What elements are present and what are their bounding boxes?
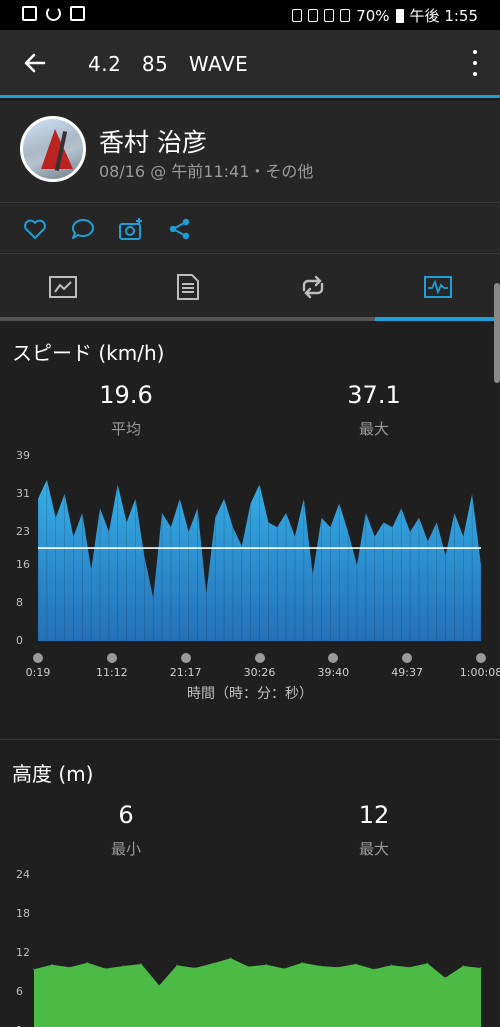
charts-content[interactable]: スピード (km/h) 19.6 平均 37.1 最大 39 31 23 16 8 0 0… [0,321,500,1027]
speed-x-label: 時間（時：分：秒） [187,686,313,702]
speed-x-tick-dot [180,653,191,663]
altitude-min-value: 6 [118,801,134,829]
overflow-menu-icon[interactable] [470,50,480,76]
speed-x-tick: 39:40 [317,666,350,679]
speed-x-tick: 0:19 [25,666,51,679]
battery-percent: 70% [356,6,390,25]
sync-icon [46,6,61,21]
stats-list-icon [177,274,199,300]
overview-icon [49,276,77,298]
tab-charts[interactable] [375,254,500,321]
altitude-point [426,962,429,965]
action-bar [0,203,500,254]
altitude-chart [33,957,482,1027]
speed-x-tick: 11:12 [95,666,128,679]
lock-icon [70,6,85,21]
alarm-icon [308,9,319,22]
altitude-point [122,965,125,967]
share-icon[interactable] [167,216,193,242]
signal-icon [340,9,351,22]
altitude-point [194,967,196,969]
battery-icon [395,8,404,23]
speed-x-tick-dot [106,653,117,663]
altitude-area [34,958,481,1027]
add-photo-icon[interactable] [118,216,144,242]
avatar[interactable] [20,116,86,182]
activity-meta: 08/16 @ 午前11:41・その他 [99,162,314,181]
altitude-point [140,963,143,965]
altitude-point [355,963,357,965]
altitude-point [229,957,232,959]
gallery-icon [22,6,37,21]
speed-x-tick: 21:17 [169,666,202,679]
tab-stats[interactable] [125,254,250,321]
altitude-min-label: 最小 [110,840,141,858]
section-divider [0,739,500,740]
tab-laps[interactable] [250,254,375,321]
altitude-point [212,962,214,965]
activity-header: 香村 治彦 08/16 @ 午前11:41・その他 [0,101,500,203]
app-bar: 4.2 85 WAVE [0,30,500,98]
altitude-point [68,966,71,969]
speed-x-tick-dot [476,653,486,663]
bluetooth-icon [292,9,303,22]
status-bar: 70% 午後 1:55 [0,0,500,30]
altitude-point [247,965,250,968]
user-name[interactable]: 香村 治彦 [99,123,207,159]
altitude-point [301,961,304,964]
altitude-point [158,984,160,987]
speed-chart [37,479,482,641]
altitude-point [462,965,464,967]
speed-x-tick: 30:26 [243,666,276,679]
speed-x-tick: 1:00:08 [459,666,500,679]
tab-bar [0,254,500,321]
speed-x-tick-dot [254,653,265,663]
speed-x-tick-dot [33,653,43,663]
altitude-point [408,966,411,969]
laps-icon [302,275,324,299]
altitude-point [444,976,447,979]
tab-overview[interactable] [0,254,125,321]
altitude-point [372,968,375,971]
altitude-point [390,964,393,967]
altitude-point [265,963,268,966]
heart-icon[interactable] [22,216,48,242]
altitude-max-label: 最大 [358,840,389,858]
clock: 午後 1:55 [409,7,478,25]
altitude-point [337,966,339,969]
altitude-max-value: 12 [358,801,390,829]
scrollbar[interactable] [494,283,500,383]
activity-title: 4.2 85 WAVE [88,52,249,76]
comment-icon[interactable] [70,216,96,242]
altitude-point [51,963,53,966]
altitude-point [176,964,178,967]
altitude-point [480,967,482,969]
altitude-section-title: 高度 (m) [12,762,94,786]
wifi-icon [324,9,335,22]
back-arrow-icon[interactable] [22,50,48,76]
altitude-point [283,967,286,970]
speed-x-tick: 49:37 [391,666,423,679]
altitude-point [104,967,107,970]
altitude-point [33,968,35,971]
charts-icon [424,276,452,298]
altitude-point [86,961,89,964]
altitude-point [319,965,321,967]
